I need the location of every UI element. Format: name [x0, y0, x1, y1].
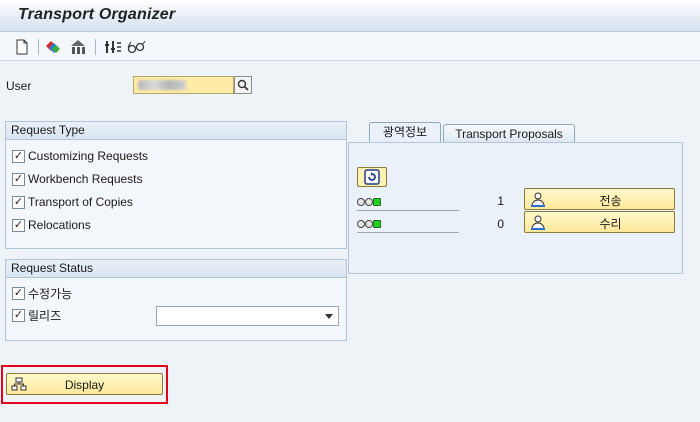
traffic-light-icon	[357, 218, 381, 230]
release-date-select[interactable]	[156, 306, 339, 326]
workbench-requests-checkbox[interactable]: ✓ Workbench Requests	[12, 170, 143, 188]
settings-filter-icon[interactable]	[103, 37, 123, 57]
refresh-button[interactable]	[357, 167, 387, 187]
checkbox-box[interactable]: ✓	[12, 218, 25, 232]
transfer-button-label: 전송	[599, 194, 622, 208]
request-status-title: Request Status	[6, 260, 346, 278]
row-divider	[357, 232, 459, 233]
title-bar: Transport Organizer	[0, 0, 700, 32]
glasses-icon[interactable]	[126, 37, 146, 57]
user-input[interactable]	[133, 76, 234, 94]
relocations-checkbox[interactable]: ✓ Relocations	[12, 216, 91, 234]
checkbox-box[interactable]: ✓	[12, 195, 25, 209]
checkbox-box[interactable]: ✓	[12, 286, 25, 300]
application-toolbar	[0, 33, 700, 61]
repair-button-label: 수리	[599, 217, 622, 231]
released-count: 0	[497, 217, 504, 231]
refresh-icon	[364, 169, 380, 185]
hierarchy-icon[interactable]	[68, 37, 88, 57]
released-checkbox[interactable]: ✓ 릴리즈	[12, 306, 61, 324]
customizing-requests-checkbox[interactable]: ✓ Customizing Requests	[12, 147, 148, 165]
transfer-button[interactable]: 전송	[524, 188, 675, 210]
traffic-light-icon	[357, 196, 381, 208]
checkbox-box[interactable]: ✓	[12, 308, 25, 322]
toolbar-separator	[95, 39, 96, 55]
new-document-icon[interactable]	[12, 37, 32, 57]
checkbox-box[interactable]: ✓	[12, 149, 25, 163]
modifiable-checkbox[interactable]: ✓ 수정가능	[12, 284, 72, 302]
checkbox-box[interactable]: ✓	[12, 172, 25, 186]
display-button[interactable]: Display	[6, 373, 163, 395]
repair-button[interactable]: 수리	[524, 211, 675, 233]
tab-overview[interactable]: 광역정보	[369, 122, 441, 143]
chevron-down-icon[interactable]	[325, 314, 333, 319]
transport-of-copies-checkbox[interactable]: ✓ Transport of Copies	[12, 193, 133, 211]
request-status-group: Request Status ✓ 수정가능 ✓ 릴리즈	[5, 259, 347, 341]
request-type-group: Request Type ✓ Customizing Requests ✓ Wo…	[5, 121, 347, 249]
search-icon[interactable]	[234, 76, 252, 94]
tab-transport-proposals[interactable]: Transport Proposals	[443, 124, 575, 144]
user-label: User	[6, 79, 32, 93]
toolbar-separator	[38, 39, 39, 55]
variant-icon[interactable]	[44, 37, 64, 57]
request-type-title: Request Type	[6, 122, 346, 140]
modifiable-count: 1	[497, 194, 504, 208]
row-divider	[357, 210, 459, 211]
window-title: Transport Organizer	[18, 6, 176, 23]
redacted-user-value	[138, 80, 186, 90]
display-button-label: Display	[64, 378, 105, 392]
